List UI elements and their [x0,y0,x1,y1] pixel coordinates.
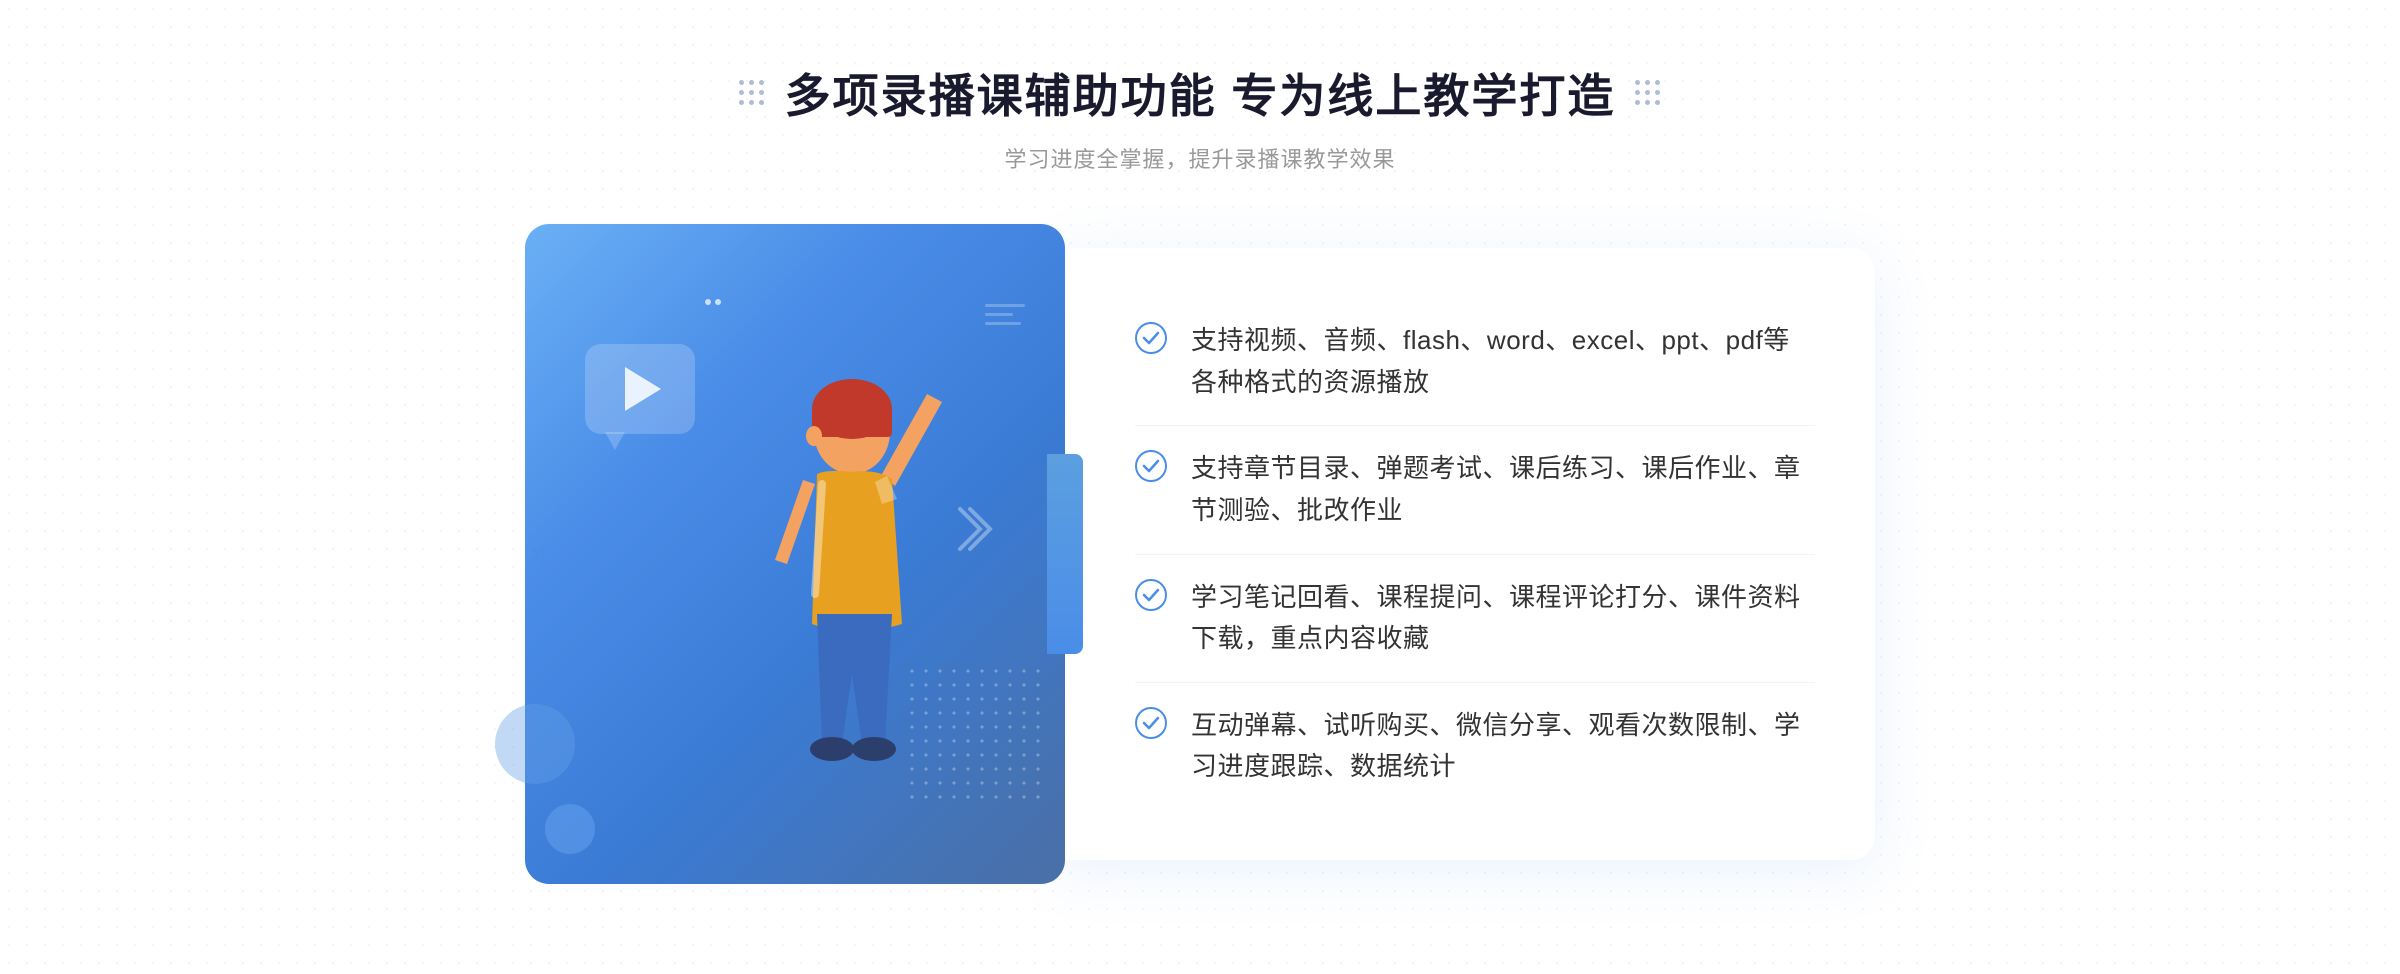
page-container: 多项录播课辅助功能 专为线上教学打造 学习进度全掌握，提升录播课教学效果 » [0,0,2400,974]
illus-chevron-decoration [955,504,995,559]
main-title: 多项录播课辅助功能 专为线上教学打造 [785,60,1616,126]
illustration-area [525,224,1065,884]
person-illustration [667,364,987,884]
check-icon-2 [1135,450,1167,482]
lines-decoration [985,304,1025,325]
feature-text-1: 支持视频、音频、flash、word、excel、ppt、pdf等各种格式的资源… [1191,320,1815,403]
title-right-decoration [1635,80,1661,106]
check-icon-4 [1135,707,1167,739]
left-chevrons-decoration: » [530,535,549,574]
check-icon-1 [1135,322,1167,354]
feature-text-2: 支持章节目录、弹题考试、课后练习、课后作业、章节测验、批改作业 [1191,448,1815,531]
feature-item-1: 支持视频、音频、flash、word、excel、ppt、pdf等各种格式的资源… [1135,298,1815,426]
feature-item-2: 支持章节目录、弹题考试、课后练习、课后作业、章节测验、批改作业 [1135,426,1815,554]
feature-item-4: 互动弹幕、试听购买、微信分享、观看次数限制、学习进度跟踪、数据统计 [1135,683,1815,810]
feature-item-3: 学习笔记回看、课程提问、课程评论打分、课件资料下载，重点内容收藏 [1135,555,1815,683]
feature-text-4: 互动弹幕、试听购买、微信分享、观看次数限制、学习进度跟踪、数据统计 [1191,705,1815,788]
circle-decoration-2 [545,804,595,854]
features-card: 支持视频、音频、flash、word、excel、ppt、pdf等各种格式的资源… [1055,248,1875,860]
feature-text-3: 学习笔记回看、课程提问、课程评论打分、课件资料下载，重点内容收藏 [1191,577,1815,660]
chevron-icon: » [530,535,549,574]
sparkle-decoration [705,299,721,305]
check-icon-3 [1135,579,1167,611]
title-left-decoration [739,80,765,106]
circle-decoration-1 [495,704,575,784]
title-wrapper: 多项录播课辅助功能 专为线上教学打造 [739,60,1662,126]
sub-title: 学习进度全掌握，提升录播课教学效果 [739,142,1662,174]
header-section: 多项录播课辅助功能 专为线上教学打造 学习进度全掌握，提升录播课教学效果 [739,60,1662,174]
content-section: » [500,224,1900,884]
play-triangle-icon [625,367,661,411]
